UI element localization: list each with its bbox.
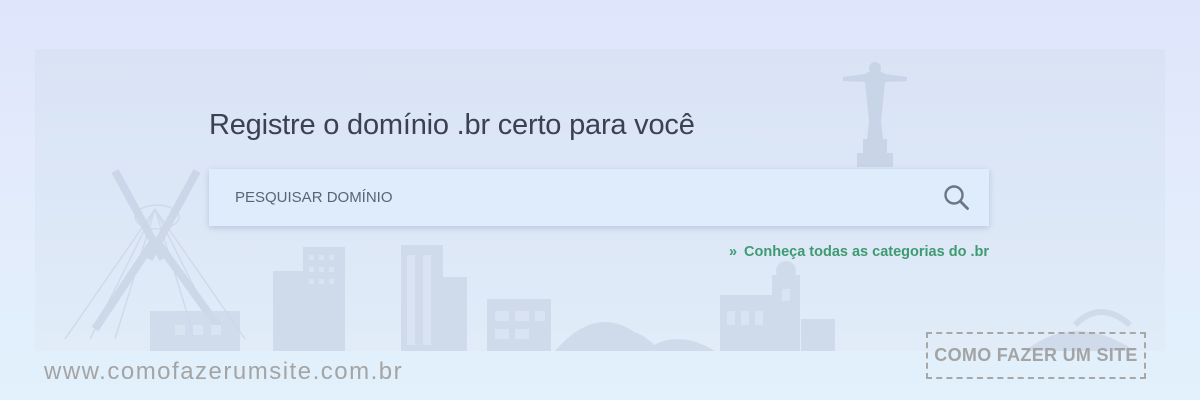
search-icon — [944, 185, 969, 210]
domain-search-input[interactable] — [209, 169, 915, 226]
page-title: Registre o domínio .br certo para você — [209, 109, 695, 141]
watermark-url: www.comofazerumsite.com.br — [44, 358, 404, 385]
all-categories-link-label: Conheça todas as categorias do .br — [744, 244, 989, 260]
watermark-badge-text: COMO FAZER UM SITE — [934, 345, 1138, 365]
all-categories-link[interactable]: » Conheça todas as categorias do .br — [729, 244, 989, 260]
hero-panel: Registre o domínio .br certo para você »… — [35, 49, 1165, 351]
watermark-badge: COMO FAZER UM SITE — [926, 332, 1146, 379]
domain-search-box — [209, 169, 989, 226]
double-chevron-icon: » — [728, 244, 738, 260]
search-button[interactable] — [941, 182, 973, 214]
